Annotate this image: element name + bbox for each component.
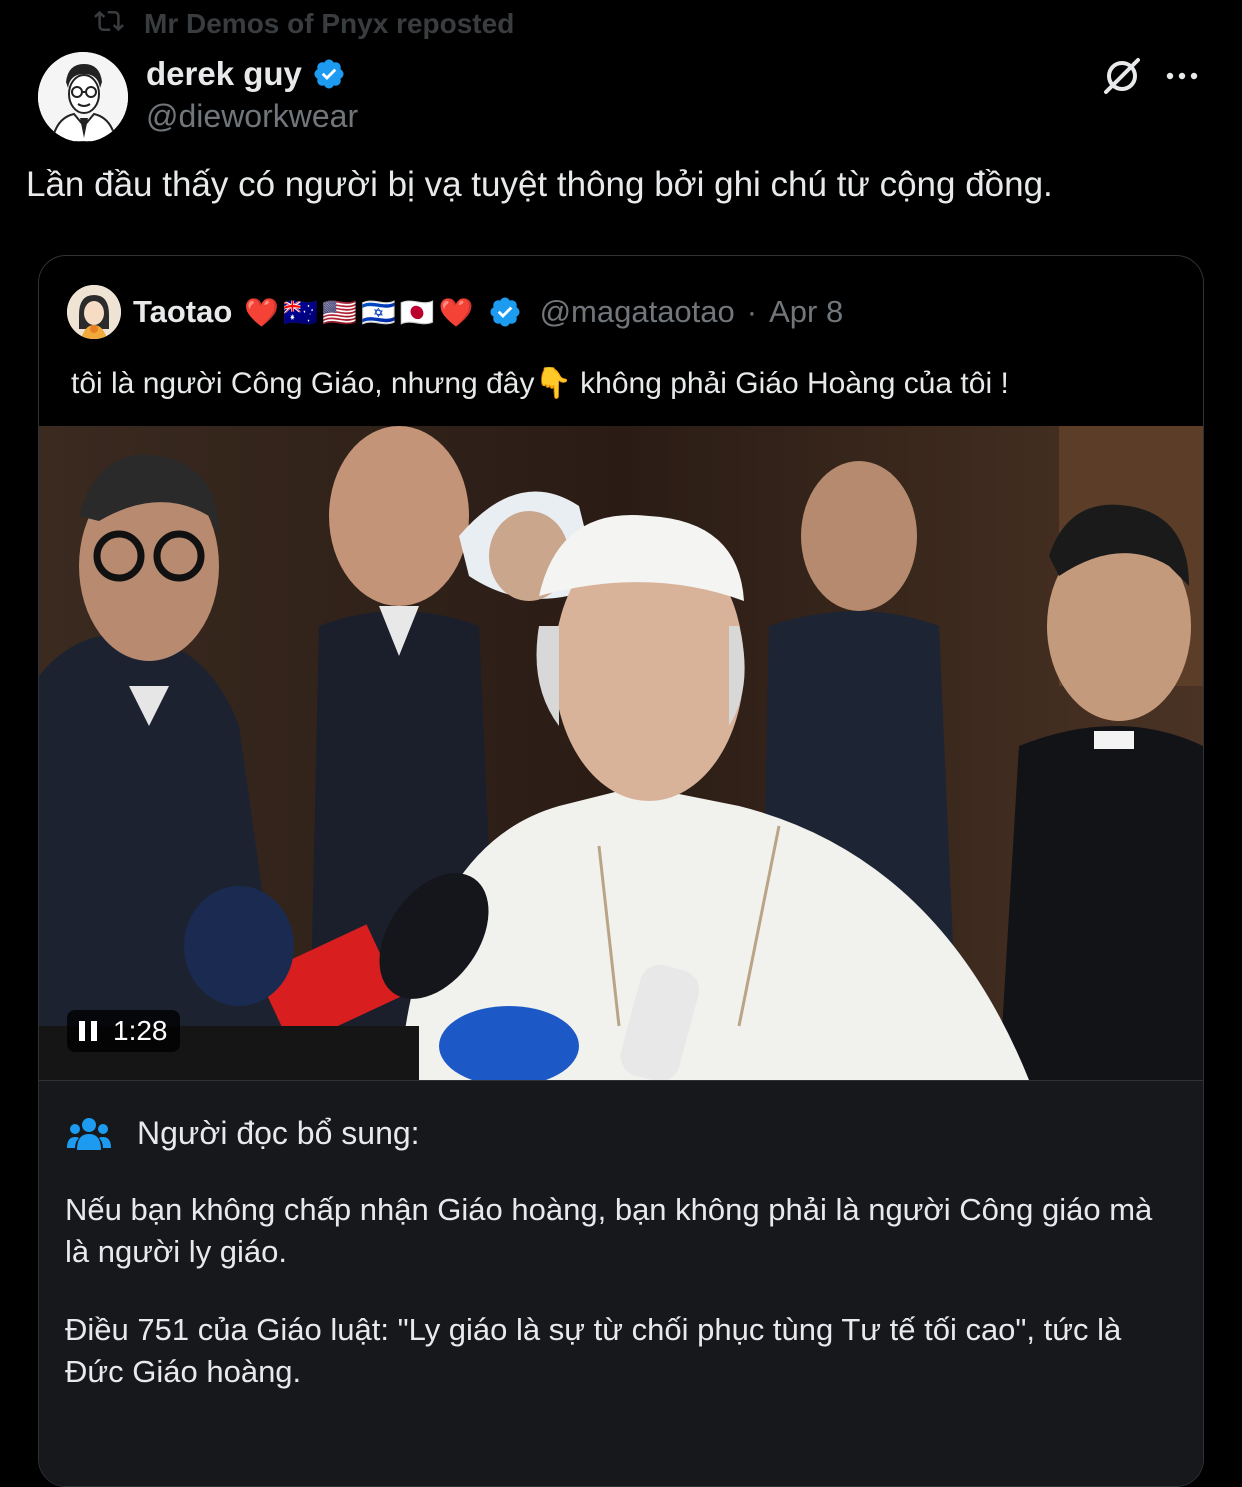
name-emoji: 🇺🇸 <box>322 296 357 328</box>
video-time: 1:28 <box>113 1015 168 1046</box>
community-note-paragraph: Điều 751 của Giáo luật: "Ly giáo là sự t… <box>65 1312 1122 1389</box>
pause-icon[interactable] <box>79 1021 97 1041</box>
name-emoji: ❤️ <box>438 296 474 328</box>
quoted-tweet[interactable]: Taotao ❤️ 🇦🇺 🇺🇸 🇮🇱 🇯🇵 ❤️ @magataotao · Apr 8 … <box>38 255 1204 1487</box>
repost-indicator[interactable]: Mr Demos of Pnyx reposted <box>92 4 514 44</box>
name-emoji: 🇯🇵 <box>399 296 435 328</box>
pointing-down-emoji: 👇 <box>534 367 572 400</box>
quoted-tweet-date[interactable]: Apr 8 <box>769 294 843 330</box>
quoted-tweet-text: tôi là người Công Giáo, nhưng đây👇 không… <box>71 358 1171 410</box>
community-note: Người đọc bổ sung: Nếu bạn không chấp nh… <box>39 1080 1203 1486</box>
grok-icon[interactable] <box>1100 54 1144 98</box>
author-name[interactable]: derek guy <box>146 55 302 93</box>
author-name-row[interactable]: derek guy <box>146 52 346 96</box>
tweet-text: Lần đầu thấy có người bị vạ tuyệt thông … <box>26 165 1053 204</box>
video-frame-illustration <box>39 426 1203 1080</box>
quoted-video[interactable]: 1:28 <box>39 426 1203 1080</box>
name-emoji: ❤️ <box>244 296 280 328</box>
repost-label: Mr Demos of Pnyx reposted <box>144 8 515 39</box>
community-note-title: Người đọc bổ sung: <box>137 1114 420 1151</box>
quoted-verified-badge-icon[interactable] <box>488 295 522 329</box>
repost-icon <box>92 6 126 43</box>
community-note-paragraph: Nếu bạn không chấp nhận Giáo hoàng, bạn … <box>65 1192 1153 1269</box>
author-handle[interactable]: @dieworkwear <box>146 98 358 135</box>
name-emoji: 🇦🇺 <box>283 296 319 328</box>
community-note-header: Người đọc bổ sung: <box>67 1111 420 1155</box>
quoted-text-after: không phải Giáo Hoàng của tôi ! <box>571 367 1009 400</box>
video-timestamp-badge[interactable]: 1:28 <box>67 1010 180 1052</box>
quoted-header-separator: · <box>746 294 758 329</box>
quoted-author-name[interactable]: Taotao <box>133 294 232 330</box>
name-emoji: 🇮🇱 <box>360 296 396 328</box>
author-avatar[interactable] <box>38 52 128 142</box>
more-icon[interactable] <box>1160 58 1204 94</box>
quoted-author-handle[interactable]: @magataotao <box>540 294 735 330</box>
quoted-text-before: tôi là người Công Giáo, nhưng đây <box>71 367 535 400</box>
quoted-author-avatar[interactable] <box>67 285 121 339</box>
people-icon <box>67 1116 111 1150</box>
quoted-tweet-header: Taotao ❤️ 🇦🇺 🇺🇸 🇮🇱 🇯🇵 ❤️ @magataotao · Apr 8 <box>67 285 843 339</box>
quoted-author-name-emojis: ❤️ 🇦🇺 🇺🇸 🇮🇱 🇯🇵 ❤️ <box>242 296 475 329</box>
verified-badge-icon[interactable] <box>312 57 346 91</box>
